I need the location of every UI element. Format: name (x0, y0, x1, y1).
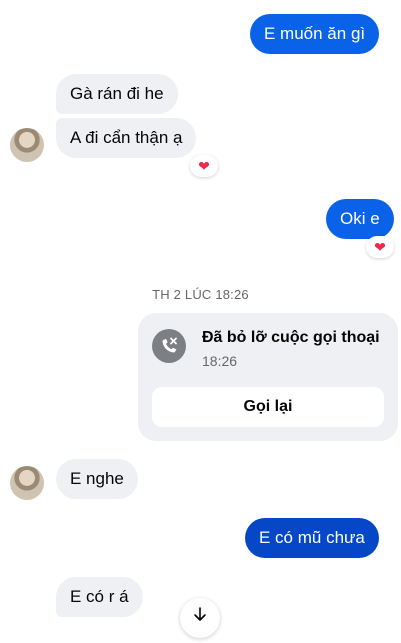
heart-reaction-icon[interactable]: ❤ (190, 155, 218, 177)
call-title: Đã bỏ lỡ cuộc gọi thoại (202, 329, 380, 346)
contact-avatar[interactable] (10, 466, 44, 500)
scroll-to-bottom-button[interactable] (180, 598, 220, 638)
contact-avatar[interactable] (10, 128, 44, 162)
message-incoming[interactable]: E có r á (56, 577, 143, 617)
missed-call-card[interactable]: Đã bỏ lỡ cuộc gọi thoại 18:26 Gọi lại (138, 313, 398, 441)
message-text: E có mũ chưa (259, 528, 365, 547)
message-text: E muốn ăn gì (264, 24, 366, 43)
arrow-down-icon (194, 607, 206, 621)
message-text: E nghe (70, 469, 124, 488)
message-text: Oki e (340, 209, 380, 228)
message-text: A đi cẩn thận ạ (70, 128, 183, 147)
message-text: E có r á (70, 587, 129, 606)
message-outgoing[interactable]: E có mũ chưa (245, 518, 379, 558)
message-text: Gà rán đi he (70, 84, 164, 103)
message-outgoing[interactable]: E muốn ăn gì (250, 14, 380, 54)
missed-call-icon (152, 329, 186, 363)
callback-button[interactable]: Gọi lại (152, 387, 384, 427)
message-outgoing[interactable]: Oki e (326, 199, 394, 239)
timestamp-divider: TH 2 LÚC 18:26 (152, 287, 249, 302)
heart-reaction-icon[interactable]: ❤ (366, 236, 394, 258)
call-time: 18:26 (202, 353, 238, 369)
message-incoming[interactable]: Gà rán đi he (56, 74, 178, 114)
message-incoming[interactable]: E nghe (56, 459, 138, 499)
message-incoming[interactable]: A đi cẩn thận ạ (56, 118, 197, 158)
